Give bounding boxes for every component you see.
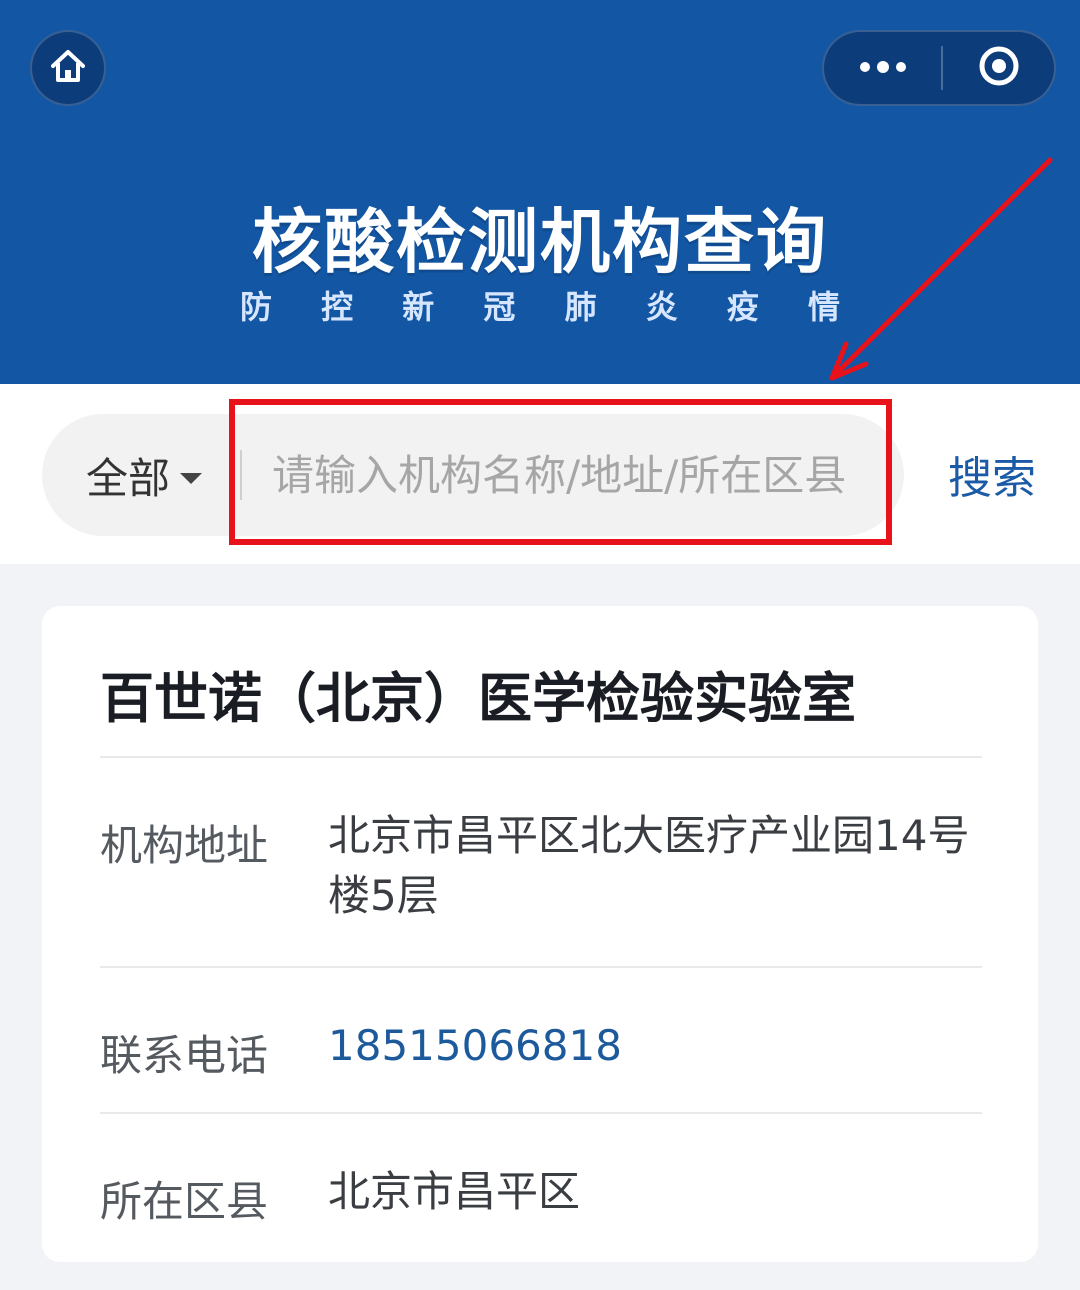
divider <box>100 966 982 968</box>
divider <box>100 756 982 758</box>
annotation-highlight-box <box>229 399 892 545</box>
caret-down-icon <box>180 472 203 484</box>
institution-name: 百世诺（北京）医学检验实验室 <box>100 667 856 730</box>
divider <box>100 1112 982 1114</box>
phone-link[interactable]: 18515066818 <box>328 1016 978 1076</box>
annotation-arrow-icon <box>829 157 1053 381</box>
phone-label: 联系电话 <box>100 1031 269 1080</box>
region-dropdown-label: 全部 <box>86 453 171 503</box>
region-dropdown[interactable]: 全部 <box>86 414 203 536</box>
district-value: 北京市昌平区 <box>328 1167 581 1216</box>
address-label: 机构地址 <box>100 821 269 870</box>
result-card[interactable]: 百世诺（北京）医学检验实验室 机构地址 北京市昌平区北大医疗产业园14号楼5层 … <box>42 606 1038 1262</box>
page: 核酸检测机构查询 防 控 新 冠 肺 炎 疫 情 全部 搜索 百世诺（北京）医学… <box>0 0 1080 1290</box>
address-value: 北京市昌平区北大医疗产业园14号楼5层 <box>328 811 970 920</box>
district-label: 所在区县 <box>100 1177 269 1226</box>
search-button[interactable]: 搜索 <box>948 384 1036 564</box>
